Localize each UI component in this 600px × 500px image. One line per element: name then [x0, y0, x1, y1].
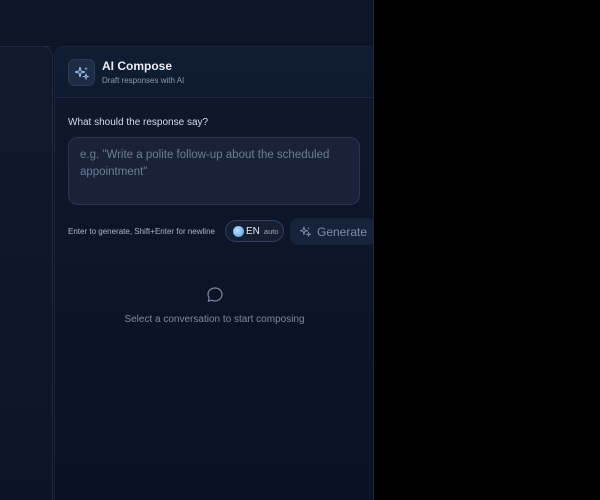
sparkles-icon-graphic — [74, 66, 89, 80]
compose-title: AI Compose — [102, 59, 173, 73]
language-selector[interactable]: EN auto — [225, 220, 284, 242]
sparkles-icon — [68, 59, 95, 86]
empty-state-text: Select a conversation to start composing — [124, 314, 305, 325]
keyboard-hint: Enter to generate, Shift+Enter for newli… — [68, 227, 215, 236]
language-mode: auto — [263, 226, 279, 236]
conversation-list-panel — [0, 46, 53, 500]
empty-screen-area — [374, 0, 600, 500]
generate-button[interactable]: Generate — [290, 218, 373, 245]
chat-bubble-icon — [207, 287, 223, 302]
sparkles-icon — [300, 226, 311, 237]
ai-compose-panel: AI Compose Draft responses with AI What … — [54, 46, 373, 500]
prompt-input[interactable] — [68, 137, 360, 205]
compose-header: AI Compose Draft responses with AI — [55, 47, 373, 98]
globe-icon — [233, 225, 244, 237]
app-window: AI Compose Draft responses with AI What … — [0, 0, 373, 500]
language-code: EN — [246, 225, 260, 237]
compose-subtitle: Draft responses with AI — [102, 76, 185, 85]
prompt-label: What should the response say? — [68, 117, 209, 128]
generate-button-label: Generate — [317, 224, 368, 239]
